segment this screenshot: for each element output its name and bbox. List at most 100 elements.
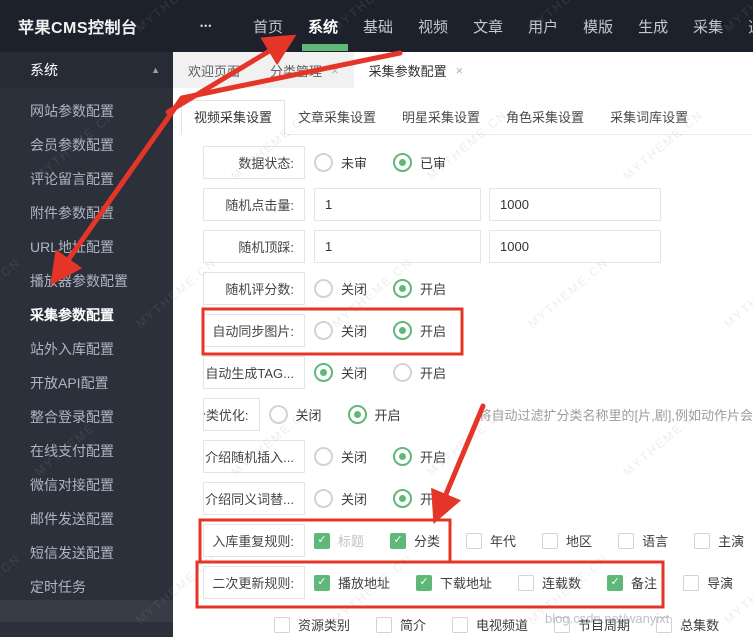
radio-icon[interactable]	[314, 321, 333, 340]
random-updown-max-input[interactable]	[489, 230, 661, 263]
radio-option[interactable]: 开启	[393, 321, 446, 340]
sidebar-item-website-config[interactable]: 网站参数配置	[0, 94, 173, 128]
nav-item-template[interactable]: 模版	[583, 0, 613, 52]
sidebar-item-cron-task[interactable]: 定时任务	[0, 570, 173, 604]
sidebar-item-collect-config[interactable]: 采集参数配置	[0, 298, 173, 332]
radio-option[interactable]: 开启	[347, 405, 401, 424]
radio-option[interactable]: 开启	[393, 447, 446, 466]
checkbox-icon[interactable]	[694, 532, 711, 549]
sidebar-item-wechat-config[interactable]: 微信对接配置	[0, 468, 173, 502]
checkbox-icon[interactable]	[554, 616, 571, 633]
random-hits-min-input[interactable]	[314, 188, 481, 221]
checkbox-icon[interactable]	[452, 616, 469, 633]
radio-option[interactable]: 已审	[393, 153, 446, 172]
checkbox-option[interactable]: 简介	[376, 615, 426, 634]
sidebar-item-offsite-config[interactable]: 站外入库配置	[0, 332, 173, 366]
nav-item-home[interactable]: 首页	[253, 0, 283, 52]
sidebar-item-attachment-config[interactable]: 附件参数配置	[0, 196, 173, 230]
radio-icon[interactable]	[347, 405, 367, 424]
subtab-role-collect[interactable]: 角色采集设置	[493, 100, 597, 134]
nav-item-partial[interactable]: 选	[748, 0, 753, 52]
checkbox-icon[interactable]	[656, 616, 673, 633]
more-icon[interactable]: •••	[200, 0, 212, 52]
radio-icon[interactable]	[393, 363, 413, 382]
close-icon[interactable]: ×	[331, 63, 339, 78]
radio-icon[interactable]	[314, 363, 333, 382]
checkbox-option[interactable]: 连载数	[518, 573, 581, 592]
checkbox-icon[interactable]	[542, 532, 559, 549]
subtab-star-collect[interactable]: 明星采集设置	[389, 100, 493, 134]
checkbox-icon[interactable]	[683, 574, 700, 591]
radio-icon[interactable]	[314, 153, 333, 172]
sidebar-item-player-config[interactable]: 播放器参数配置	[0, 264, 173, 298]
nav-item-basic[interactable]: 基础	[363, 0, 393, 52]
checkbox-option[interactable]: ✓ 备注	[607, 573, 657, 592]
radio-icon[interactable]	[268, 405, 288, 424]
checkbox-icon[interactable]: ✓	[314, 574, 330, 591]
radio-icon[interactable]	[393, 489, 413, 508]
checkbox-icon[interactable]: ✓	[416, 574, 433, 591]
radio-icon[interactable]	[314, 489, 333, 508]
radio-icon[interactable]	[314, 447, 333, 466]
checkbox-option[interactable]: 总集数	[656, 615, 719, 634]
sidebar-item-openapi-config[interactable]: 开放API配置	[0, 366, 173, 400]
checkbox-option[interactable]: ✓ 标题	[314, 531, 364, 550]
checkbox-option[interactable]: 资源类别	[274, 615, 350, 634]
tab-welcome[interactable]: 欢迎页面	[173, 52, 255, 88]
sidebar-item-login-config[interactable]: 整合登录配置	[0, 400, 173, 434]
close-icon[interactable]: ×	[456, 63, 464, 78]
subtab-article-collect[interactable]: 文章采集设置	[285, 100, 389, 134]
radio-icon[interactable]	[393, 321, 413, 340]
subtab-video-collect[interactable]: 视频采集设置	[181, 100, 286, 135]
random-updown-min-input[interactable]	[314, 230, 481, 263]
checkbox-option[interactable]: 语言	[618, 531, 668, 550]
radio-option[interactable]: 开启	[393, 279, 446, 298]
radio-option[interactable]: 关闭	[314, 489, 367, 508]
nav-item-system[interactable]: 系统	[302, 0, 349, 52]
checkbox-option[interactable]: ✓ 分类	[390, 531, 440, 550]
checkbox-icon[interactable]: ✓	[314, 532, 330, 549]
subtab-lexicon-collect[interactable]: 采集词库设置	[597, 100, 701, 134]
checkbox-icon[interactable]	[466, 532, 483, 549]
sidebar-item-payment-config[interactable]: 在线支付配置	[0, 434, 173, 468]
checkbox-icon[interactable]: ✓	[390, 532, 407, 549]
nav-item-collect[interactable]: 采集	[693, 0, 723, 52]
sidebar-item-member-config[interactable]: 会员参数配置	[0, 128, 173, 162]
radio-option[interactable]: 关闭	[314, 279, 367, 298]
checkbox-option[interactable]: ✓ 播放地址	[314, 573, 390, 592]
radio-option[interactable]: 未审	[314, 153, 367, 172]
checkbox-icon[interactable]	[376, 616, 393, 633]
sidebar-item-sms-config[interactable]: 短信发送配置	[0, 536, 173, 570]
radio-option[interactable]: 关闭	[314, 321, 367, 340]
checkbox-option[interactable]: 导演	[683, 573, 733, 592]
nav-item-generate[interactable]: 生成	[638, 0, 668, 52]
sidebar-header[interactable]: 系统 ▲	[0, 52, 173, 88]
radio-option[interactable]: 关闭	[314, 447, 367, 466]
nav-item-video[interactable]: 视频	[418, 0, 448, 52]
radio-icon[interactable]	[393, 447, 413, 466]
checkbox-icon[interactable]	[274, 616, 290, 633]
radio-icon[interactable]	[393, 279, 413, 298]
checkbox-option[interactable]: 主演	[694, 531, 744, 550]
radio-icon[interactable]	[393, 153, 413, 172]
nav-item-article[interactable]: 文章	[473, 0, 503, 52]
radio-option[interactable]: 开启	[393, 489, 446, 508]
sidebar-item-comment-config[interactable]: 评论留言配置	[0, 162, 173, 196]
checkbox-option[interactable]: ✓ 下载地址	[416, 573, 492, 592]
checkbox-icon[interactable]	[518, 574, 535, 591]
random-hits-max-input[interactable]	[489, 188, 661, 221]
radio-icon[interactable]	[314, 279, 333, 298]
tab-category-manage[interactable]: 分类管理 ×	[255, 52, 354, 88]
radio-option[interactable]: 关闭	[268, 405, 322, 424]
radio-option[interactable]: 关闭	[314, 363, 367, 382]
collapse-icon[interactable]: ▲	[151, 65, 160, 75]
nav-item-user[interactable]: 用户	[528, 0, 558, 52]
radio-option[interactable]: 开启	[393, 363, 446, 382]
checkbox-option[interactable]: 电视频道	[452, 615, 528, 634]
checkbox-icon[interactable]: ✓	[607, 574, 624, 591]
checkbox-option[interactable]: 节目周期	[554, 615, 630, 634]
sidebar-item-email-config[interactable]: 邮件发送配置	[0, 502, 173, 536]
checkbox-option[interactable]: 年代	[466, 531, 516, 550]
tab-collect-config[interactable]: 采集参数配置 ×	[353, 52, 479, 88]
checkbox-icon[interactable]	[618, 532, 635, 549]
